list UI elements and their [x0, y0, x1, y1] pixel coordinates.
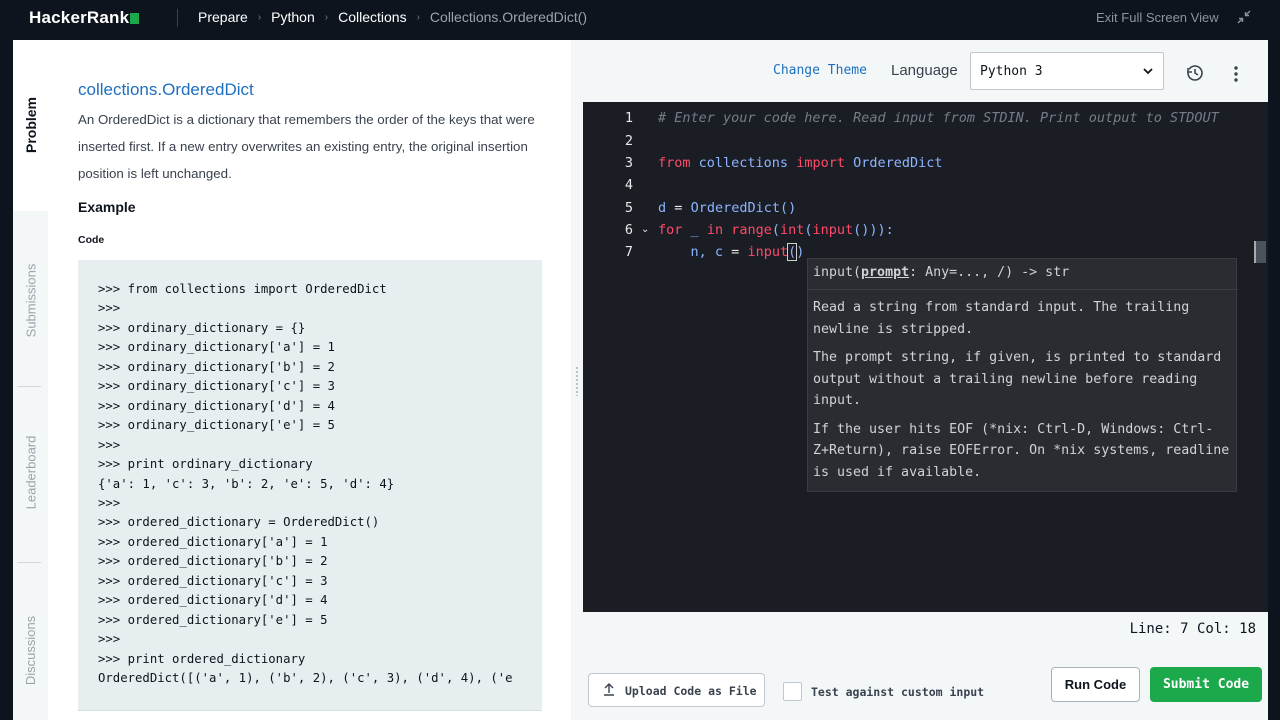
code-line: >>> ordinary_dictionary['a'] = 1: [98, 340, 335, 355]
code-line: >>>: [98, 632, 121, 647]
code-line: >>>: [98, 437, 121, 452]
code-line: >>> print ordinary_dictionary: [98, 457, 313, 472]
action-bar: Upload Code as File Test against custom …: [583, 645, 1268, 720]
chevron-right-icon: ›: [257, 11, 262, 23]
code-line-1: # Enter your code here. Read input from …: [658, 110, 1219, 126]
exit-fullscreen-icon[interactable]: [1237, 10, 1251, 24]
code-line: >>> ordered_dictionary['d'] = 4: [98, 593, 328, 608]
logo-mark-icon: [130, 13, 140, 24]
tab-discussions[interactable]: Discussions: [13, 595, 48, 705]
fold-chevron-icon[interactable]: ⌄: [641, 224, 649, 235]
line-gutter: 1 2 3 4 5 6 7 ⌄: [583, 102, 653, 612]
chevron-down-icon: [1143, 68, 1153, 75]
drag-handle-icon[interactable]: [575, 366, 579, 396]
line-number: 4: [624, 177, 633, 193]
editor-scrollbar[interactable]: [1254, 241, 1266, 263]
change-theme-link[interactable]: Change Theme: [773, 63, 867, 78]
line-number: 5: [624, 200, 633, 216]
custom-input-label[interactable]: Test against custom input: [811, 685, 984, 699]
editor-toolbar: Change Theme Language Python 3: [583, 40, 1268, 102]
example-heading: Example: [78, 199, 136, 215]
breadcrumb-current: Collections.OrderedDict(): [429, 9, 588, 25]
code-line: >>> from collections import OrderedDict: [98, 282, 387, 296]
code-line: >>> ordered_dictionary['b'] = 2: [98, 554, 328, 569]
language-value: Python 3: [980, 64, 1043, 79]
line-number: 2: [624, 133, 633, 149]
breadcrumb-collections[interactable]: Collections: [338, 9, 406, 25]
top-divider: [177, 9, 178, 27]
line-number: 1: [624, 110, 633, 126]
chevron-right-icon: ›: [416, 11, 420, 23]
signature-tooltip: input(prompt: Any=..., /) -> str Read a …: [807, 258, 1238, 492]
line-number: 7: [624, 244, 633, 260]
line-number: 3: [624, 155, 633, 171]
code-line: >>> ordinary_dictionary['e'] = 5: [98, 418, 335, 433]
tab-problem[interactable]: Problem: [13, 85, 48, 165]
code-line: >>> ordinary_dictionary = {}: [98, 320, 306, 335]
code-line: >>>: [98, 301, 121, 316]
problem-content: collections.OrderedDict An OrderedDict i…: [78, 80, 548, 246]
code-line: >>> ordered_dictionary['e'] = 5: [98, 612, 328, 627]
code-line: >>> ordered_dictionary['c'] = 3: [98, 573, 328, 588]
language-label: Language: [891, 62, 958, 79]
restore-code-icon[interactable]: [1186, 64, 1204, 82]
code-editor[interactable]: 1 2 3 4 5 6 7 ⌄ # Enter your code here. …: [583, 102, 1268, 612]
cursor-position: Line: 7 Col: 18: [1129, 621, 1256, 637]
run-code-button[interactable]: Run Code: [1051, 667, 1140, 702]
tooltip-signature: input(prompt: Any=..., /) -> str: [813, 265, 1070, 280]
custom-input-checkbox[interactable]: [783, 682, 802, 701]
upload-icon: [604, 683, 614, 696]
line-number: 6: [624, 222, 633, 238]
breadcrumb: Prepare › Python › Collections › Collect…: [198, 9, 587, 25]
breadcrumb-prepare[interactable]: Prepare: [198, 9, 248, 25]
problem-description: An OrderedDict is a dictionary that reme…: [78, 112, 535, 181]
top-bar: HackerRank Prepare › Python › Collection…: [0, 0, 1280, 40]
breadcrumb-python[interactable]: Python: [271, 9, 315, 25]
code-line: >>> ordered_dictionary = OrderedDict(): [98, 515, 380, 530]
code-line: {'a': 1, 'c': 3, 'b': 2, 'e': 5, 'd': 4}: [98, 476, 395, 491]
more-options-icon[interactable]: [1233, 66, 1239, 84]
code-line: >>> ordered_dictionary['a'] = 1: [98, 534, 328, 549]
code-line: >>> ordinary_dictionary['d'] = 4: [98, 398, 335, 413]
chevron-right-icon: ›: [324, 11, 329, 23]
upload-code-button[interactable]: Upload Code as File: [588, 673, 765, 707]
code-line-5: d = OrderedDict(): [658, 200, 797, 216]
editor-status-bar: Line: 7 Col: 18: [583, 612, 1268, 645]
editor-pane: Change Theme Language Python 3 1 2 3 4 5…: [583, 40, 1268, 720]
code-line: OrderedDict([('a', 1), ('b', 2), ('c', 3…: [98, 671, 513, 686]
code-line-3: from collections import OrderedDict: [658, 155, 943, 171]
problem-title: collections.OrderedDict: [78, 80, 254, 99]
code-label: Code: [78, 234, 105, 246]
language-select[interactable]: Python 3: [970, 52, 1164, 90]
code-line: >>> print ordered_dictionary: [98, 651, 306, 666]
code-line: >>> ordinary_dictionary['b'] = 2: [98, 359, 335, 374]
code-line: >>> ordinary_dictionary['c'] = 3: [98, 379, 335, 394]
code-line-6: for _ in range(int(input())):: [658, 222, 894, 238]
code-line: >>>: [98, 495, 121, 510]
tab-submissions[interactable]: Submissions: [13, 245, 48, 355]
hackerrank-logo[interactable]: HackerRank: [29, 8, 140, 28]
example-code-block: >>> from collections import OrderedDict …: [78, 260, 542, 710]
problem-pane: Problem Submissions Leaderboard Discussi…: [13, 40, 571, 720]
tooltip-doc: Read a string from standard input. The t…: [813, 300, 1230, 480]
code-line-7: n, c = input(): [690, 243, 805, 261]
submit-code-button[interactable]: Submit Code: [1150, 667, 1262, 702]
exit-fullscreen-link[interactable]: Exit Full Screen View: [1096, 10, 1219, 25]
vertical-tabs: Problem Submissions Leaderboard Discussi…: [13, 40, 48, 720]
tab-leaderboard[interactable]: Leaderboard: [13, 415, 48, 530]
